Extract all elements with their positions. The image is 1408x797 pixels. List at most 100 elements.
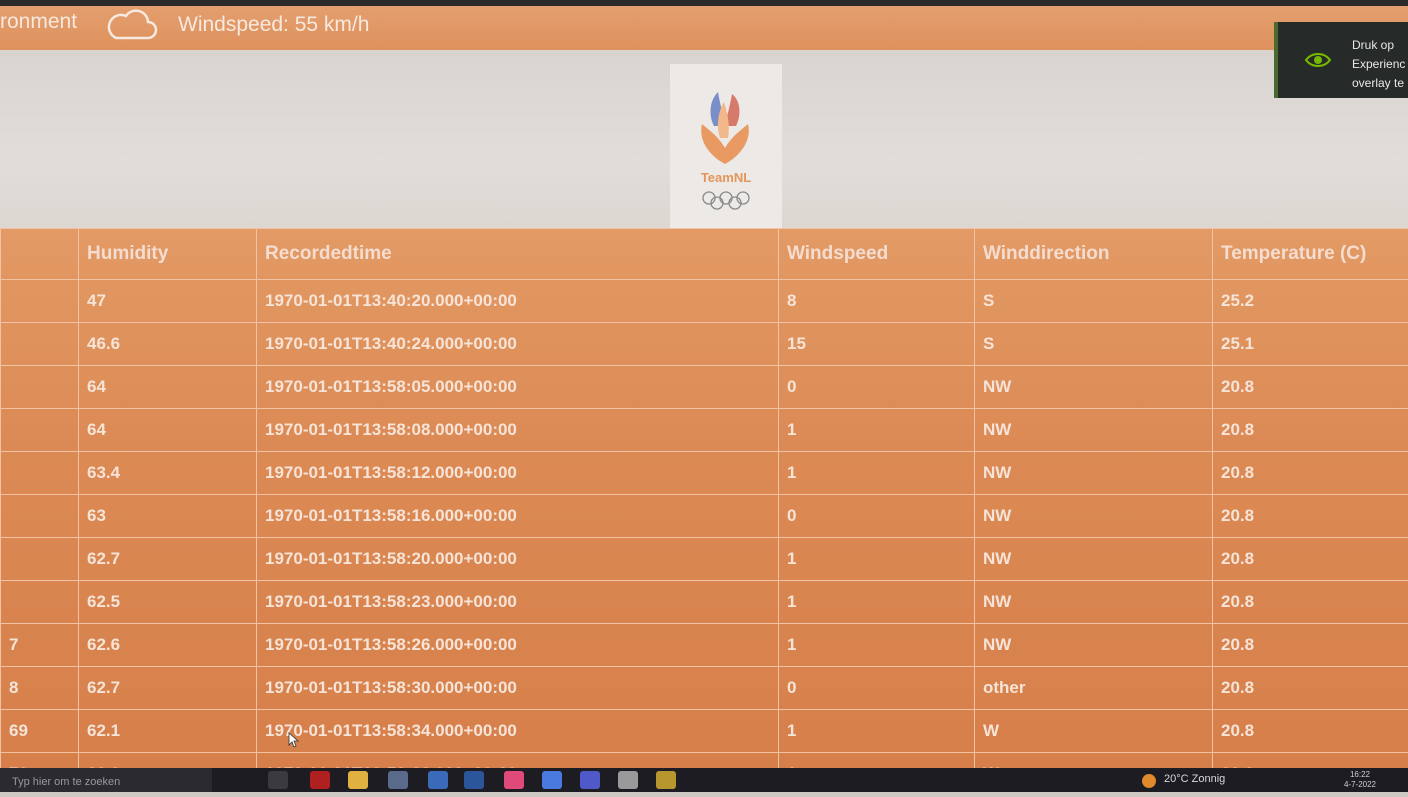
cell-temperature: 20.8 — [1213, 667, 1408, 710]
cell-humidity: 64 — [79, 366, 257, 409]
cell-id — [1, 495, 79, 538]
cell-recordedtime: 1970-01-01T13:58:34.000+00:00 — [257, 710, 779, 753]
cell-windspeed: 0 — [779, 366, 975, 409]
cell-recordedtime: 1970-01-01T13:58:38.000+00:00 — [257, 753, 779, 769]
weather-text: 20°C Zonnig — [1164, 773, 1225, 785]
cell-temperature: 20.8 — [1213, 409, 1408, 452]
cell-windspeed: 1 — [779, 624, 975, 667]
cell-humidity: 62.7 — [79, 667, 257, 710]
table-row: 862.71970-01-01T13:58:30.000+00:000other… — [1, 667, 1408, 710]
cell-id — [1, 409, 79, 452]
word-icon[interactable] — [464, 771, 484, 789]
cell-windspeed: 1 — [779, 581, 975, 624]
cell-recordedtime: 1970-01-01T13:58:16.000+00:00 — [257, 495, 779, 538]
column-header-winddirection[interactable]: Winddirection — [975, 229, 1213, 280]
tray-weather[interactable]: 20°C Zonnig — [1142, 768, 1225, 797]
opera-icon[interactable] — [310, 771, 330, 789]
cell-recordedtime: 1970-01-01T13:40:20.000+00:00 — [257, 280, 779, 323]
cell-winddirection: other — [975, 667, 1213, 710]
table-row: 62.71970-01-01T13:58:20.000+00:001NW20.8 — [1, 538, 1408, 581]
overlay-text: Druk op Experienc overlay te — [1352, 36, 1405, 93]
browser-strip — [0, 0, 1408, 6]
table-row: 63.41970-01-01T13:58:12.000+00:001NW20.8 — [1, 452, 1408, 495]
table-row: 762.61970-01-01T13:58:26.000+00:001NW20.… — [1, 624, 1408, 667]
cell-temperature: 20.8 — [1213, 452, 1408, 495]
weather-table-container: Humidity Recordedtime Windspeed Winddire… — [0, 228, 1408, 768]
taskview-icon[interactable] — [268, 771, 288, 789]
chrome-icon[interactable] — [542, 771, 562, 789]
cell-recordedtime: 1970-01-01T13:58:20.000+00:00 — [257, 538, 779, 581]
cell-winddirection: NW — [975, 452, 1213, 495]
file-explorer-icon[interactable] — [348, 771, 368, 789]
column-header-humidity[interactable]: Humidity — [79, 229, 257, 280]
nvidia-icon — [1304, 50, 1332, 70]
cell-id — [1, 581, 79, 624]
game-app-icon[interactable] — [618, 771, 638, 789]
cell-id: 7 — [1, 624, 79, 667]
environment-label: ronment — [0, 10, 77, 34]
clock-date: 4-7-2022 — [1340, 780, 1380, 790]
column-header-temperature[interactable]: Temperature (C) — [1213, 229, 1408, 280]
cell-temperature: 20.8 — [1213, 753, 1408, 769]
teams-icon[interactable] — [580, 771, 600, 789]
cell-id — [1, 366, 79, 409]
cell-humidity: 64 — [79, 409, 257, 452]
cell-winddirection: NW — [975, 538, 1213, 581]
cell-windspeed: 0 — [779, 667, 975, 710]
overlay-notification[interactable]: Druk op Experienc overlay te — [1274, 22, 1408, 98]
intellij-icon[interactable] — [504, 771, 524, 789]
cell-recordedtime: 1970-01-01T13:58:30.000+00:00 — [257, 667, 779, 710]
cell-recordedtime: 1970-01-01T13:58:05.000+00:00 — [257, 366, 779, 409]
cell-windspeed: 1 — [779, 409, 975, 452]
table-header-row: Humidity Recordedtime Windspeed Winddire… — [1, 229, 1408, 280]
cell-windspeed: 15 — [779, 323, 975, 366]
cell-windspeed: 8 — [779, 280, 975, 323]
cell-temperature: 25.2 — [1213, 280, 1408, 323]
column-header-id[interactable] — [1, 229, 79, 280]
table-body: 471970-01-01T13:40:20.000+00:008S25.246.… — [1, 280, 1408, 769]
windows-taskbar: Typ hier om te zoeken 20°C Zonnig 16:22 … — [0, 768, 1408, 792]
olympic-rings-icon — [701, 190, 751, 210]
table-row: 471970-01-01T13:40:20.000+00:008S25.2 — [1, 280, 1408, 323]
column-header-recordedtime[interactable]: Recordedtime — [257, 229, 779, 280]
table-row: 6962.11970-01-01T13:58:34.000+00:001W20.… — [1, 710, 1408, 753]
cell-winddirection: NW — [975, 366, 1213, 409]
mail-icon[interactable] — [428, 771, 448, 789]
table-row: 46.61970-01-01T13:40:24.000+00:0015S25.1 — [1, 323, 1408, 366]
cell-id — [1, 538, 79, 581]
cell-id: 70 — [1, 753, 79, 769]
cell-recordedtime: 1970-01-01T13:58:23.000+00:00 — [257, 581, 779, 624]
cell-windspeed: 1 — [779, 753, 975, 769]
cell-temperature: 25.1 — [1213, 323, 1408, 366]
cell-humidity: 62.1 — [79, 710, 257, 753]
cell-recordedtime: 1970-01-01T13:58:12.000+00:00 — [257, 452, 779, 495]
windspeed-label: Windspeed: 55 km/h — [178, 13, 369, 37]
cell-id — [1, 280, 79, 323]
table-row: 62.51970-01-01T13:58:23.000+00:001NW20.8 — [1, 581, 1408, 624]
table-row: 641970-01-01T13:58:08.000+00:001NW20.8 — [1, 409, 1408, 452]
cell-recordedtime: 1970-01-01T13:40:24.000+00:00 — [257, 323, 779, 366]
cell-winddirection: S — [975, 323, 1213, 366]
league-icon[interactable] — [656, 771, 676, 789]
cell-windspeed: 1 — [779, 538, 975, 581]
cell-windspeed: 1 — [779, 452, 975, 495]
taskbar-search-input[interactable]: Typ hier om te zoeken — [0, 768, 212, 792]
cell-recordedtime: 1970-01-01T13:58:26.000+00:00 — [257, 624, 779, 667]
cell-humidity: 47 — [79, 280, 257, 323]
store-icon[interactable] — [388, 771, 408, 789]
cell-temperature: 20.8 — [1213, 710, 1408, 753]
cell-temperature: 20.8 — [1213, 366, 1408, 409]
logo-text: TeamNL — [670, 170, 782, 185]
tulip-icon — [690, 86, 760, 166]
cell-windspeed: 1 — [779, 710, 975, 753]
cell-temperature: 20.8 — [1213, 624, 1408, 667]
cloud-icon — [104, 4, 158, 44]
column-header-windspeed[interactable]: Windspeed — [779, 229, 975, 280]
cell-humidity: 63 — [79, 495, 257, 538]
tray-clock[interactable]: 16:22 4-7-2022 — [1340, 770, 1380, 790]
cell-temperature: 20.8 — [1213, 581, 1408, 624]
cell-winddirection: W — [975, 710, 1213, 753]
cell-id — [1, 452, 79, 495]
clock-time: 16:22 — [1340, 770, 1380, 780]
cell-winddirection: NW — [975, 409, 1213, 452]
